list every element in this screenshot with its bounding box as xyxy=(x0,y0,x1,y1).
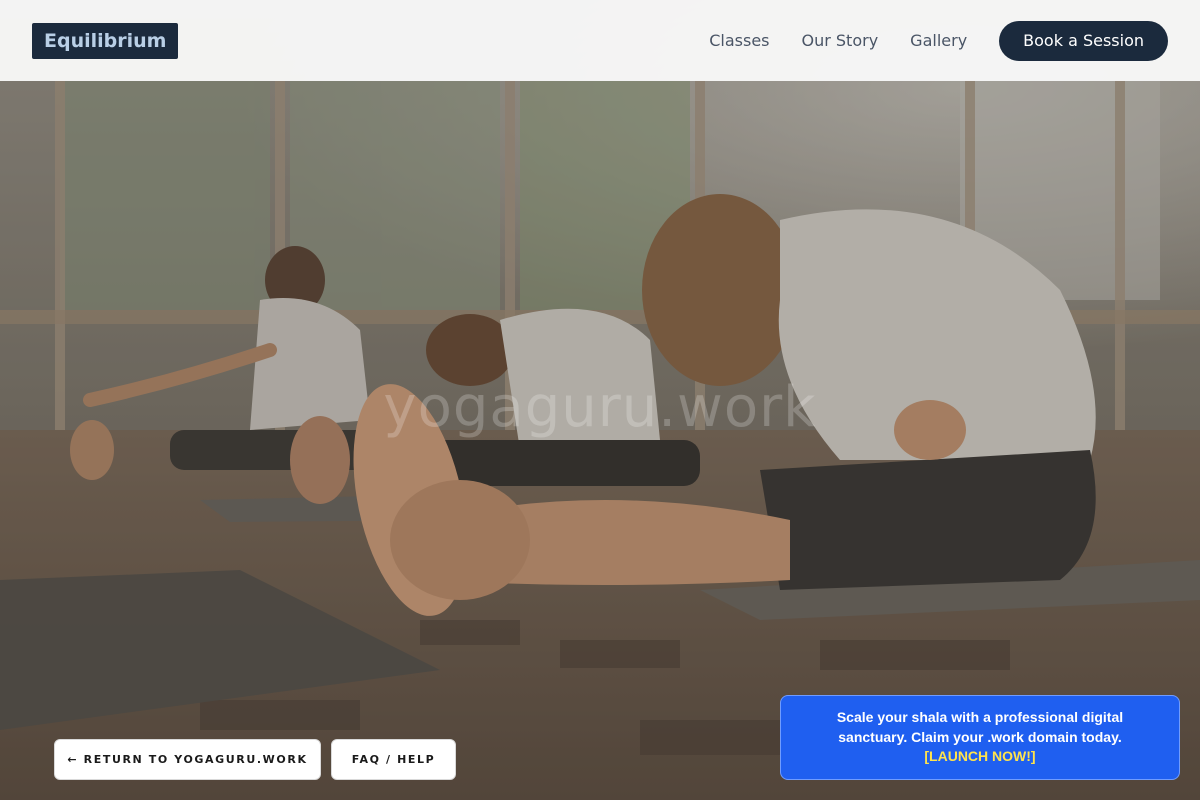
nav-link-classes[interactable]: Classes xyxy=(709,31,769,50)
hero-background: yogaguru.work xyxy=(0,0,1200,800)
hero-watermark: yogaguru.work xyxy=(383,375,817,440)
site-header: Equilibrium Classes Our Story Gallery Bo… xyxy=(0,0,1200,81)
brand-logo[interactable]: Equilibrium xyxy=(32,22,179,59)
book-session-button[interactable]: Book a Session xyxy=(999,20,1168,61)
nav-link-gallery[interactable]: Gallery xyxy=(910,31,967,50)
promo-banner[interactable]: Scale your shala with a professional dig… xyxy=(780,695,1180,780)
nav-link-our-story[interactable]: Our Story xyxy=(802,31,879,50)
promo-message: Scale your shala with a professional dig… xyxy=(836,709,1124,745)
return-to-site-button[interactable]: ← RETURN TO YOGAGURU.WORK xyxy=(54,739,321,780)
promo-launch-link[interactable]: [LAUNCH NOW!] xyxy=(924,747,1035,767)
faq-help-button[interactable]: FAQ / HELP xyxy=(331,739,456,780)
main-nav: Classes Our Story Gallery Book a Session xyxy=(709,20,1168,61)
